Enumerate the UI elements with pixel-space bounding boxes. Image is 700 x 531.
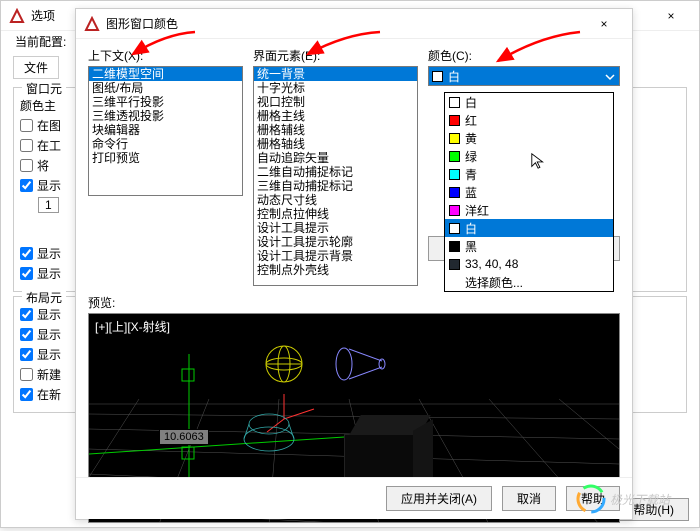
color-combo[interactable]: 白 — [428, 66, 620, 86]
color-option[interactable]: 白 — [445, 219, 613, 237]
tab-file[interactable]: 文件 — [13, 56, 59, 79]
element-item[interactable]: 视口控制 — [254, 95, 417, 109]
colors-titlebar: 图形窗口颜色 × — [76, 9, 632, 39]
colors-close-button[interactable]: × — [584, 10, 624, 38]
context-item[interactable]: 命令行 — [89, 137, 242, 151]
context-listbox[interactable]: 二维模型空间图纸/布局三维平行投影三维透视投影块编辑器命令行打印预览 — [88, 66, 243, 196]
element-listbox[interactable]: 统一背景十字光标视口控制栅格主线栅格辅线栅格轴线自动追踪矢量二维自动捕捉标记三维… — [253, 66, 418, 286]
preview-label: 预览: — [88, 294, 620, 311]
color-swatch — [449, 241, 460, 252]
color-option[interactable]: 黑 — [445, 237, 613, 255]
element-item[interactable]: 栅格辅线 — [254, 123, 417, 137]
color-label: 颜色(C): — [428, 47, 620, 64]
color-option[interactable]: 绿 — [445, 147, 613, 165]
color-swatch — [449, 115, 460, 126]
element-item[interactable]: 统一背景 — [254, 67, 417, 81]
element-item[interactable]: 动态尺寸线 — [254, 193, 417, 207]
color-option[interactable]: 洋红 — [445, 201, 613, 219]
context-item[interactable]: 二维模型空间 — [89, 67, 242, 81]
element-item[interactable]: 自动追踪矢量 — [254, 151, 417, 165]
color-option[interactable]: 红 — [445, 111, 613, 129]
context-item[interactable]: 三维透视投影 — [89, 109, 242, 123]
dialog-button-row: 应用并关闭(A) 取消 帮助 — [76, 477, 632, 519]
coord-a: 10.6063 — [159, 429, 209, 445]
apply-close-button[interactable]: 应用并关闭(A) — [386, 486, 492, 511]
element-item[interactable]: 设计工具提示背景 — [254, 249, 417, 263]
context-item[interactable]: 打印预览 — [89, 151, 242, 165]
colors-title: 图形窗口颜色 — [106, 15, 584, 32]
app-icon — [9, 8, 25, 24]
cancel-button[interactable]: 取消 — [502, 486, 556, 511]
color-swatch — [449, 205, 460, 216]
element-item[interactable]: 设计工具提示 — [254, 221, 417, 235]
color-option[interactable]: 黄 — [445, 129, 613, 147]
close-button[interactable]: × — [651, 2, 691, 30]
app-icon-2 — [84, 16, 100, 32]
context-label: 上下文(X): — [88, 47, 243, 64]
color-dropdown[interactable]: 白红黄绿青蓝洋红白黑33, 40, 48选择颜色... — [444, 92, 614, 292]
color-option[interactable]: 选择颜色... — [445, 273, 613, 291]
color-swatch — [449, 259, 460, 270]
element-item[interactable]: 十字光标 — [254, 81, 417, 95]
element-item[interactable]: 控制点外壳线 — [254, 263, 417, 277]
selected-swatch — [432, 71, 443, 82]
color-option[interactable]: 白 — [445, 93, 613, 111]
element-item[interactable]: 设计工具提示轮廓 — [254, 235, 417, 249]
color-option[interactable]: 蓝 — [445, 183, 613, 201]
context-item[interactable]: 块编辑器 — [89, 123, 242, 137]
element-item[interactable]: 二维自动捕捉标记 — [254, 165, 417, 179]
color-option[interactable]: 青 — [445, 165, 613, 183]
context-item[interactable]: 三维平行投影 — [89, 95, 242, 109]
element-item[interactable]: 栅格主线 — [254, 109, 417, 123]
element-label: 界面元素(E): — [253, 47, 418, 64]
element-item[interactable]: 控制点拉伸线 — [254, 207, 417, 221]
color-swatch — [449, 169, 460, 180]
colors-dialog: 图形窗口颜色 × 上下文(X): 二维模型空间图纸/布局三维平行投影三维透视投影… — [75, 8, 633, 520]
color-option[interactable]: 33, 40, 48 — [445, 255, 613, 273]
cursor-icon — [530, 152, 548, 173]
color-swatch — [449, 97, 460, 108]
color-swatch — [449, 223, 460, 234]
chevron-down-icon — [603, 70, 617, 84]
element-item[interactable]: 三维自动捕捉标记 — [254, 179, 417, 193]
selected-color-text: 白 — [448, 68, 460, 85]
color-swatch — [449, 133, 460, 144]
color-swatch — [449, 151, 460, 162]
color-swatch — [449, 187, 460, 198]
context-item[interactable]: 图纸/布局 — [89, 81, 242, 95]
help-button-2[interactable]: 帮助 — [566, 486, 620, 511]
element-item[interactable]: 栅格轴线 — [254, 137, 417, 151]
